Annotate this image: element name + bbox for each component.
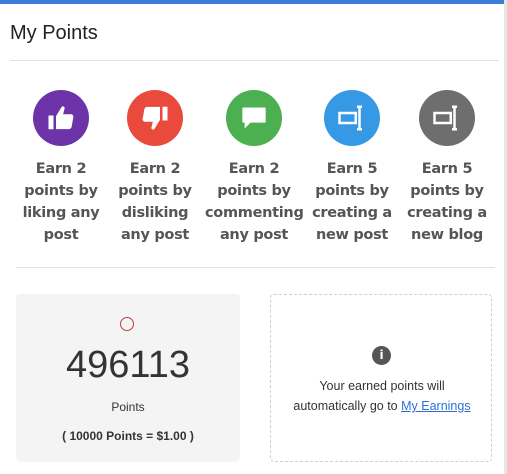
action-label-line: Earn 2	[228, 161, 280, 177]
action-create-blog: Earn 5 points by creating a new blog	[398, 90, 496, 246]
earnings-info-message: Your earned points will automatically go…	[271, 376, 493, 416]
action-label-line: post	[43, 227, 79, 243]
divider	[16, 267, 495, 268]
points-conversion-rate: ( 10000 Points = $1.00 )	[62, 429, 194, 443]
action-comment-post: Earn 2 points by commenting any post	[205, 90, 304, 246]
earn-points-actions: Earn 2 points by liking any post Earn 2 …	[8, 90, 498, 250]
text-cursor-icon	[324, 90, 380, 146]
action-label-line: commenting	[205, 205, 304, 221]
page-title: My Points	[10, 22, 98, 44]
action-label-line: points by	[410, 183, 484, 199]
my-earnings-link[interactable]: My Earnings	[401, 399, 470, 413]
text-cursor-icon	[419, 90, 475, 146]
top-accent-bar	[0, 0, 507, 4]
action-dislike-post: Earn 2 points by disliking any post	[106, 90, 204, 246]
action-create-post: Earn 5 points by creating a new post	[303, 90, 401, 246]
action-label-line: new post	[315, 227, 389, 243]
thumbs-down-icon	[127, 90, 183, 146]
divider	[10, 60, 499, 61]
info-message-line: Your earned points will	[319, 379, 445, 393]
action-label-line: Earn 2	[129, 161, 181, 177]
earnings-info-card: i Your earned points will automatically …	[270, 294, 492, 462]
action-label-line: points by	[315, 183, 389, 199]
action-label-line: creating a	[407, 205, 487, 221]
action-label-line: points by	[217, 183, 291, 199]
points-value: 496113	[66, 344, 190, 386]
action-label-line: points by	[118, 183, 192, 199]
info-icon: i	[372, 346, 391, 365]
action-label-line: disliking	[121, 205, 189, 221]
action-label-line: any post	[120, 227, 190, 243]
action-like-post: Earn 2 points by liking any post	[12, 90, 110, 246]
info-message-prefix: automatically go to	[293, 399, 402, 413]
points-unit: Points	[111, 400, 145, 414]
action-label-line: liking any	[22, 205, 100, 221]
action-label-line: Earn 5	[421, 161, 473, 177]
action-label-line: new blog	[411, 227, 483, 243]
thumbs-up-icon	[33, 90, 89, 146]
action-label-line: any post	[219, 227, 289, 243]
comment-icon	[226, 90, 282, 146]
action-label-line: Earn 2	[35, 161, 87, 177]
action-label-line: points by	[24, 183, 98, 199]
points-balance-card: 496113 Points ( 10000 Points = $1.00 )	[16, 294, 240, 462]
action-label-line: Earn 5	[326, 161, 378, 177]
ring-icon	[120, 317, 134, 331]
info-message-line: automatically go to My Earnings	[271, 396, 493, 416]
action-label-line: creating a	[312, 205, 392, 221]
